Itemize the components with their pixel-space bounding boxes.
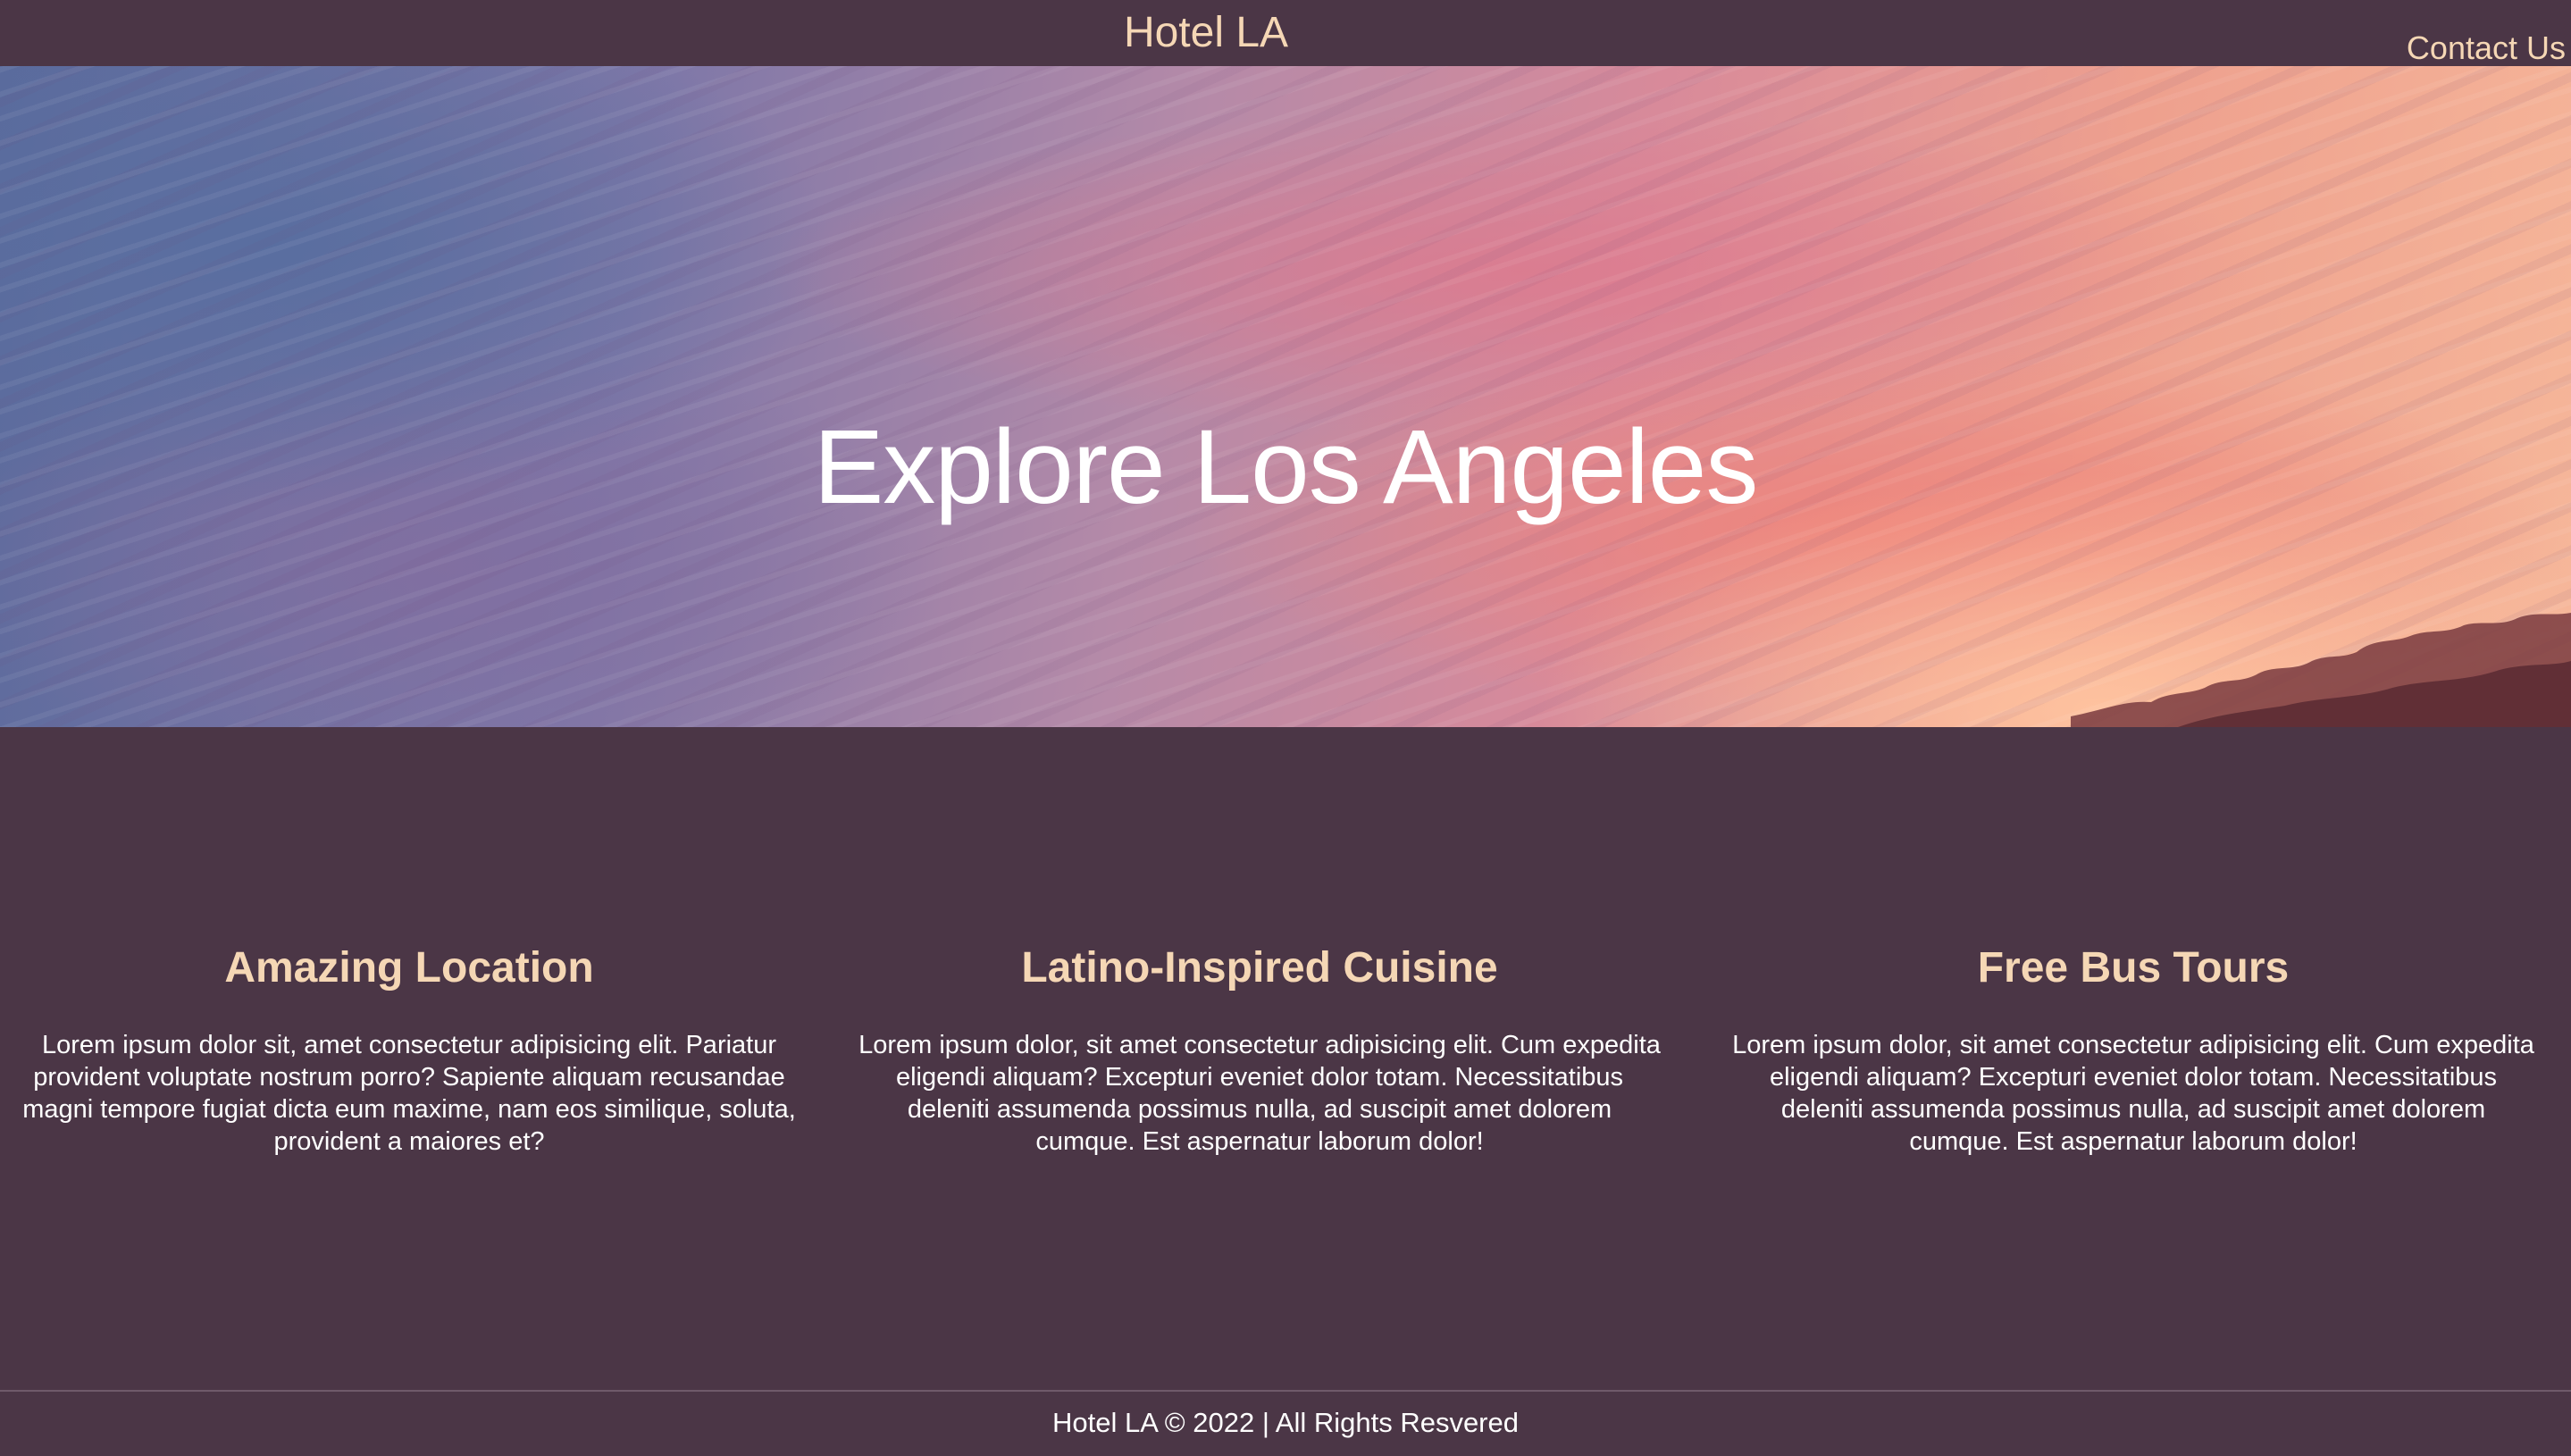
hero-title: Explore Los Angeles xyxy=(813,408,1759,527)
treeline-silhouette xyxy=(2071,613,2571,727)
contact-us-link[interactable]: Contact Us xyxy=(2407,25,2566,71)
site-header: Hotel LA Contact Us xyxy=(0,0,2571,66)
features-section: Amazing Location Lorem ipsum dolor sit, … xyxy=(0,920,2571,1206)
feature-amazing-location: Amazing Location Lorem ipsum dolor sit, … xyxy=(7,920,811,1158)
feature-description: Lorem ipsum dolor sit, amet consectetur … xyxy=(22,1031,796,1156)
page: Hotel LA Contact Us Explore Los Angeles … xyxy=(0,0,2571,1456)
hero-banner: Explore Los Angeles xyxy=(0,66,2571,727)
feature-latino-cuisine: Latino-Inspired Cuisine Lorem ipsum dolo… xyxy=(858,920,1662,1158)
feature-title: Amazing Location xyxy=(224,944,594,992)
feature-description: Lorem ipsum dolor, sit amet consectetur … xyxy=(1732,1031,2534,1156)
footer-copyright: Hotel LA © 2022 | All Rights Resvered xyxy=(1051,1407,1519,1438)
feature-title: Free Bus Tours xyxy=(1977,944,2290,992)
feature-title: Latino-Inspired Cuisine xyxy=(1021,944,1498,992)
feature-free-bus-tours: Free Bus Tours Lorem ipsum dolor, sit am… xyxy=(1731,920,2535,1158)
site-footer: Hotel LA © 2022 | All Rights Resvered xyxy=(0,1390,2571,1456)
feature-description: Lorem ipsum dolor, sit amet consectetur … xyxy=(858,1031,1661,1156)
site-brand[interactable]: Hotel LA xyxy=(0,0,2412,66)
